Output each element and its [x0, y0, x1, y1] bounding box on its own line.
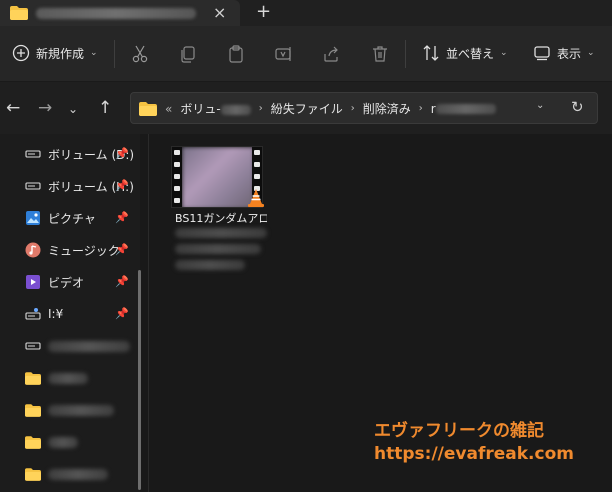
redacted-text [175, 260, 245, 270]
view-button[interactable]: 表示 ⌄ [533, 44, 595, 62]
chevron-down-icon: ⌄ [500, 48, 508, 58]
sidebar-item-music[interactable]: ミュージック [25, 238, 120, 262]
pin-icon[interactable]: 📌 [115, 179, 129, 192]
sidebar-item-label: ビデオ [48, 275, 85, 290]
redacted-text [48, 341, 130, 352]
videos-icon [26, 275, 40, 289]
tab-title-redacted [36, 8, 196, 19]
vlc-icon [248, 189, 264, 207]
command-bar: 新規作成 ⌄ 並べ替え ⌄ 表示 ⌄ [0, 26, 612, 82]
video-frame-redacted [182, 147, 254, 207]
redacted-text [175, 228, 267, 238]
pin-icon[interactable]: 📌 [115, 211, 129, 224]
sidebar-item-folder[interactable] [25, 430, 41, 454]
drive-icon [25, 182, 41, 190]
address-bar[interactable]: « ボリュ- › 紛失ファイル › 削除済み › r ⌄ ↻ [130, 92, 598, 124]
share-icon[interactable] [322, 44, 342, 64]
sidebar-item-drive-i[interactable]: I:¥ [25, 302, 63, 326]
navigation-pane: ボリューム (D:) 📌 ボリューム (H:) 📌 ピクチャ 📌 ミュージック … [0, 134, 140, 492]
chevron-right-icon[interactable]: › [259, 103, 263, 114]
redacted-text [48, 405, 114, 416]
redacted-text [48, 437, 78, 448]
toolbar-divider [405, 40, 406, 68]
sort-button-label: 並べ替え [446, 46, 495, 61]
redacted-text [48, 373, 88, 384]
close-tab-icon[interactable]: × [213, 3, 226, 22]
pictures-icon [26, 211, 40, 225]
folder-icon [139, 101, 157, 116]
sidebar-item-folder[interactable] [25, 462, 41, 486]
sidebar-item-redacted-drive[interactable] [25, 334, 41, 358]
up-arrow-icon[interactable]: ↑ [98, 98, 112, 118]
network-drive-icon [25, 308, 41, 320]
new-button-label: 新規作成 [36, 46, 85, 61]
tab-strip: × + [0, 0, 612, 26]
sort-icon [423, 45, 439, 61]
film-strip-left [172, 147, 182, 207]
breadcrumb-item[interactable]: 削除済み [363, 100, 411, 117]
chevron-right-icon[interactable]: › [351, 103, 355, 114]
watermark-site-name: エヴァフリークの雑記 [374, 421, 544, 441]
redacted-text [175, 244, 261, 254]
sidebar-item-videos[interactable]: ビデオ [25, 270, 84, 294]
folder-icon [25, 467, 41, 481]
redacted-text [220, 104, 251, 115]
folder-icon [25, 371, 41, 385]
folder-icon [25, 435, 41, 449]
refresh-icon[interactable]: ↻ [571, 98, 584, 116]
forward-arrow-icon[interactable]: → [38, 98, 52, 118]
view-button-label: 表示 [557, 46, 582, 61]
drive-icon [25, 342, 41, 350]
rename-icon[interactable] [274, 44, 294, 64]
sidebar-item-pictures[interactable]: ピクチャ [25, 206, 96, 230]
sidebar-item-folder[interactable] [25, 398, 41, 422]
pin-icon[interactable]: 📌 [115, 243, 129, 256]
chevron-down-icon: ⌄ [90, 48, 98, 58]
redacted-text [435, 104, 496, 114]
pin-icon[interactable]: 📌 [115, 147, 129, 160]
view-icon [534, 46, 550, 61]
new-tab-button[interactable]: + [256, 1, 271, 22]
sort-button[interactable]: 並べ替え ⌄ [422, 44, 508, 62]
breadcrumb-overflow[interactable]: « [165, 102, 172, 116]
pin-icon[interactable]: 📌 [115, 307, 129, 320]
sidebar-scrollbar[interactable] [138, 270, 141, 490]
sidebar-item-label: ミュージック [48, 243, 120, 258]
sidebar-item-label: ピクチャ [48, 211, 96, 226]
delete-icon[interactable] [370, 44, 390, 64]
redacted-text [48, 469, 108, 480]
chevron-down-icon: ⌄ [587, 48, 595, 58]
folder-icon [25, 403, 41, 417]
tab-current[interactable]: × [0, 0, 240, 26]
breadcrumb: « ボリュ- › 紛失ファイル › 削除済み › r [139, 100, 496, 117]
copy-icon[interactable] [178, 44, 198, 64]
recent-locations-icon[interactable]: ⌄ [68, 102, 78, 116]
file-item-video[interactable]: BS11ガンダムアロ [171, 146, 267, 276]
address-history-dropdown-icon[interactable]: ⌄ [536, 100, 544, 111]
sidebar-item-folder[interactable] [25, 366, 41, 390]
drive-icon [25, 150, 41, 158]
pin-icon[interactable]: 📌 [115, 275, 129, 288]
file-name: BS11ガンダムアロ [175, 212, 267, 225]
breadcrumb-item[interactable]: r [431, 102, 496, 116]
add-circle-icon [12, 44, 30, 62]
breadcrumb-item[interactable]: ボリュ- [180, 100, 251, 117]
toolbar-divider [114, 40, 115, 68]
breadcrumb-item[interactable]: 紛失ファイル [271, 100, 343, 117]
cut-icon[interactable] [130, 44, 150, 64]
sidebar-item-label: I:¥ [48, 307, 64, 321]
back-arrow-icon[interactable]: ← [6, 98, 20, 118]
folder-icon [10, 6, 28, 23]
paste-icon[interactable] [226, 44, 246, 64]
new-button[interactable]: 新規作成 ⌄ [12, 44, 98, 62]
watermark-url: https://evafreak.com [374, 444, 574, 464]
address-row: ← → ⌄ ↑ « ボリュ- › 紛失ファイル › 削除済み › r ⌄ ↻ [0, 82, 612, 134]
music-icon [25, 242, 41, 258]
chevron-right-icon[interactable]: › [419, 103, 423, 114]
